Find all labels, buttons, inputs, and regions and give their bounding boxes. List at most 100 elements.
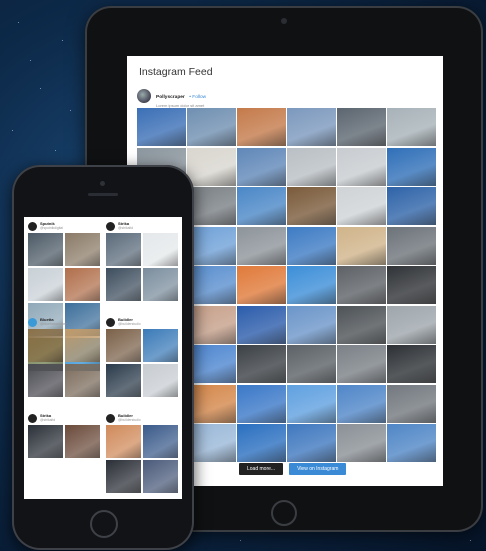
photo-thumbnail[interactable] [106, 329, 141, 362]
photo-thumbnail[interactable] [337, 108, 386, 146]
tablet-camera [281, 18, 287, 24]
avatar[interactable] [28, 221, 37, 231]
avatar[interactable] [106, 317, 115, 327]
photo-thumbnail[interactable] [337, 384, 386, 423]
photo-thumbnail[interactable] [187, 108, 236, 146]
photo-thumbnail[interactable] [237, 226, 286, 265]
photo-thumbnail[interactable] [65, 425, 100, 458]
photo-thumbnail[interactable] [337, 266, 386, 304]
photo-thumbnail[interactable] [237, 305, 286, 344]
photo-thumbnail[interactable] [287, 226, 336, 265]
feed-header: Strika @strikaltd [106, 219, 178, 233]
photo-thumbnail[interactable] [187, 345, 236, 383]
photo-thumbnail[interactable] [137, 108, 186, 146]
photo-thumbnail[interactable] [106, 425, 141, 458]
photo-thumbnail[interactable] [237, 187, 286, 225]
photo-thumbnail[interactable] [28, 425, 63, 458]
phone-screen: Sputnik @sputnikdigital Strika @strikalt… [24, 217, 182, 499]
feed-header: Sputnik @sputnikdigital [28, 219, 100, 233]
photo-thumbnail[interactable] [287, 345, 336, 383]
photo-thumbnail[interactable] [337, 147, 386, 186]
photo-thumbnail[interactable] [65, 329, 100, 362]
photo-thumbnail[interactable] [387, 187, 436, 225]
photo-thumbnail[interactable] [106, 460, 141, 493]
photo-thumbnail[interactable] [106, 268, 141, 301]
photo-thumbnail[interactable] [287, 384, 336, 423]
photo-thumbnail[interactable] [237, 345, 286, 383]
photo-thumbnail[interactable] [28, 233, 63, 266]
photo-thumbnail[interactable] [187, 424, 236, 462]
photo-thumbnail[interactable] [187, 384, 236, 423]
photo-thumbnail[interactable] [28, 268, 63, 301]
photo-thumbnail[interactable] [187, 266, 236, 304]
photo-thumbnail[interactable] [287, 187, 336, 225]
feed-handle: @strikaltd [40, 418, 56, 423]
photo-thumbnail[interactable] [28, 364, 63, 397]
photo-thumbnail[interactable] [237, 147, 286, 186]
profile-name[interactable]: Pollyscraper [156, 95, 185, 100]
photo-thumbnail[interactable] [187, 187, 236, 225]
photo-thumbnail[interactable] [287, 266, 336, 304]
feed-handle: @bluettatweather [40, 322, 67, 327]
photo-thumbnail[interactable] [143, 329, 178, 362]
feed-grid [106, 233, 178, 301]
avatar[interactable] [106, 221, 115, 231]
feed-handle: @sputnikdigital [40, 226, 64, 231]
photo-thumbnail[interactable] [143, 364, 178, 397]
photo-thumbnail[interactable] [387, 384, 436, 423]
profile-bio: Lorem ipsum dolor sit amet [156, 102, 205, 108]
feed-handle: @strikaltd [118, 226, 134, 231]
feed-grid [106, 329, 178, 397]
photo-thumbnail[interactable] [143, 268, 178, 301]
photo-thumbnail[interactable] [187, 226, 236, 265]
photo-thumbnail[interactable] [387, 266, 436, 304]
photo-thumbnail[interactable] [287, 108, 336, 146]
photo-thumbnail[interactable] [337, 305, 386, 344]
photo-thumbnail[interactable] [237, 384, 286, 423]
feed-block: Buildler @builderstudio [106, 315, 178, 397]
photo-thumbnail[interactable] [337, 187, 386, 225]
view-on-instagram-button[interactable]: View on Instagram [289, 463, 347, 475]
phone-device: Sputnik @sputnikdigital Strika @strikalt… [12, 165, 194, 550]
photo-thumbnail[interactable] [237, 424, 286, 462]
avatar[interactable] [28, 317, 37, 327]
photo-thumbnail[interactable] [143, 460, 178, 493]
photo-thumbnail[interactable] [387, 305, 436, 344]
feed-grid [28, 425, 100, 458]
profile-header: Pollyscraper • Follow Lorem ipsum dolor … [137, 88, 206, 108]
feed-header: Buildler @builderstudio [106, 315, 178, 329]
avatar[interactable] [137, 89, 151, 103]
photo-thumbnail[interactable] [337, 226, 386, 265]
avatar[interactable] [106, 413, 115, 423]
photo-thumbnail[interactable] [237, 108, 286, 146]
photo-thumbnail[interactable] [287, 305, 336, 344]
feed-handle: @builderstudio [118, 418, 141, 423]
photo-thumbnail[interactable] [287, 147, 336, 186]
photo-thumbnail[interactable] [143, 425, 178, 458]
photo-thumbnail[interactable] [106, 233, 141, 266]
photo-thumbnail[interactable] [387, 147, 436, 186]
photo-thumbnail[interactable] [106, 364, 141, 397]
page-title: Instagram Feed [139, 66, 213, 78]
photo-thumbnail[interactable] [387, 108, 436, 146]
photo-thumbnail[interactable] [28, 329, 63, 362]
photo-thumbnail[interactable] [65, 268, 100, 301]
follow-link[interactable]: • Follow [189, 95, 206, 100]
phone-home-button [90, 510, 118, 538]
avatar[interactable] [28, 413, 37, 423]
photo-thumbnail[interactable] [387, 345, 436, 383]
photo-thumbnail[interactable] [187, 305, 236, 344]
photo-thumbnail[interactable] [65, 364, 100, 397]
photo-thumbnail[interactable] [187, 147, 236, 186]
photo-thumbnail[interactable] [337, 424, 386, 462]
feed-grid [28, 329, 100, 397]
photo-thumbnail[interactable] [287, 424, 336, 462]
photo-thumbnail[interactable] [65, 233, 100, 266]
feed-grid [106, 425, 178, 493]
photo-thumbnail[interactable] [387, 424, 436, 462]
photo-thumbnail[interactable] [337, 345, 386, 383]
photo-thumbnail[interactable] [387, 226, 436, 265]
photo-thumbnail[interactable] [143, 233, 178, 266]
load-more-button[interactable]: Load more... [239, 463, 284, 475]
photo-thumbnail[interactable] [237, 266, 286, 304]
